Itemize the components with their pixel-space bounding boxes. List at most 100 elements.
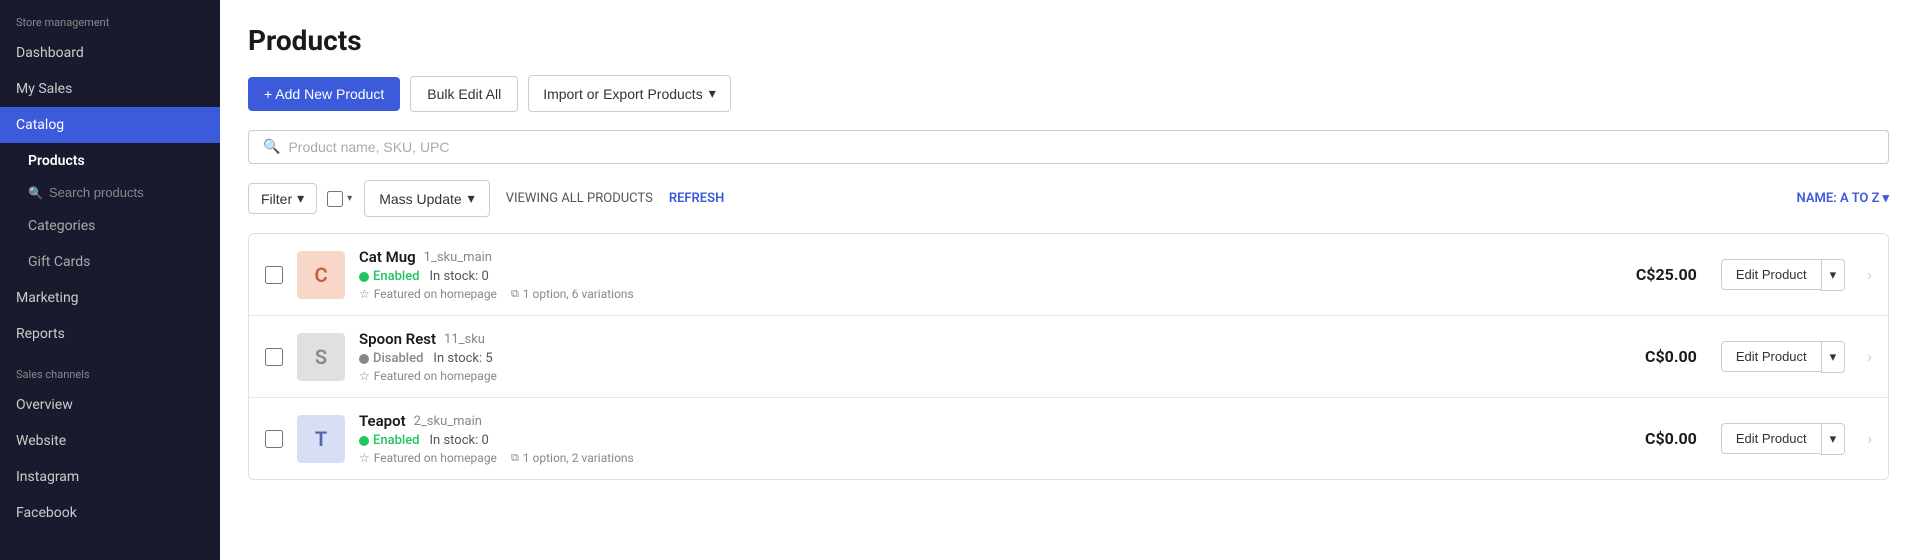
search-bar: 🔍 <box>248 130 1889 164</box>
product-name-row: Teapot 2_sku_main <box>359 412 1603 430</box>
viewing-label: VIEWING ALL PRODUCTS <box>506 191 653 206</box>
row-arrow-icon: › <box>1867 265 1872 284</box>
product-list: C Cat Mug 1_sku_main Enabled In stock: 0… <box>248 233 1889 480</box>
status-badge: Disabled <box>359 351 423 366</box>
edit-product-button[interactable]: Edit Product <box>1721 341 1821 372</box>
edit-product-dropdown-button[interactable]: ▾ <box>1821 341 1846 373</box>
product-sku: 2_sku_main <box>414 414 482 429</box>
variations-tag: ⧉ 1 option, 6 variations <box>511 287 634 301</box>
product-price: C$0.00 <box>1617 347 1697 366</box>
product-name-row: Cat Mug 1_sku_main <box>359 248 1603 266</box>
row-arrow-icon: › <box>1867 347 1872 366</box>
featured-tag: ☆ Featured on homepage <box>359 451 497 465</box>
variations-tag: ⧉ 1 option, 2 variations <box>511 451 634 465</box>
store-management-label: Store management <box>0 0 220 35</box>
product-status-row: Disabled In stock: 5 <box>359 351 1603 366</box>
status-badge: Enabled <box>359 269 420 284</box>
edit-btn-group: Edit Product ▾ <box>1721 423 1845 455</box>
product-row[interactable]: T Teapot 2_sku_main Enabled In stock: 0 … <box>249 398 1888 479</box>
sidebar-item-my-sales[interactable]: My Sales <box>0 71 220 107</box>
product-price: C$0.00 <box>1617 429 1697 448</box>
edit-product-dropdown-button[interactable]: ▾ <box>1821 423 1846 455</box>
select-all-wrap: ▾ <box>327 191 354 207</box>
status-badge: Enabled <box>359 433 420 448</box>
product-checkbox-1[interactable] <box>265 348 283 366</box>
product-row[interactable]: C Cat Mug 1_sku_main Enabled In stock: 0… <box>249 234 1888 316</box>
featured-text: Featured on homepage <box>374 451 497 465</box>
product-checkbox-2[interactable] <box>265 430 283 448</box>
product-meta-row: ☆ Featured on homepage ⧉ 1 option, 2 var… <box>359 451 1603 465</box>
product-avatar-2: T <box>297 415 345 463</box>
stock-label: In stock: 0 <box>430 269 489 284</box>
filter-label: Filter <box>261 191 292 207</box>
search-input[interactable] <box>288 139 1874 155</box>
sidebar-item-gift-cards[interactable]: Gift Cards <box>0 244 220 280</box>
product-avatar-1: S <box>297 333 345 381</box>
edit-product-dropdown-button[interactable]: ▾ <box>1821 259 1846 291</box>
filter-chevron-icon: ▾ <box>297 190 304 207</box>
variations-text: 1 option, 2 variations <box>523 451 634 465</box>
copy-icon: ⧉ <box>511 287 519 301</box>
featured-text: Featured on homepage <box>374 369 497 383</box>
edit-btn-group: Edit Product ▾ <box>1721 341 1845 373</box>
page-title: Products <box>248 24 1889 57</box>
search-products-input[interactable] <box>49 185 189 200</box>
status-dot-icon <box>359 272 369 282</box>
edit-product-button[interactable]: Edit Product <box>1721 423 1821 454</box>
sidebar-item-reports[interactable]: Reports <box>0 316 220 352</box>
select-all-checkbox[interactable] <box>327 191 343 207</box>
refresh-link[interactable]: REFRESH <box>669 191 724 206</box>
product-row[interactable]: S Spoon Rest 11_sku Disabled In stock: 5… <box>249 316 1888 398</box>
product-checkbox-0[interactable] <box>265 266 283 284</box>
edit-product-button[interactable]: Edit Product <box>1721 259 1821 290</box>
product-meta-row: ☆ Featured on homepage <box>359 369 1603 383</box>
sidebar-item-instagram[interactable]: Instagram <box>0 459 220 495</box>
sidebar-item-website[interactable]: Website <box>0 423 220 459</box>
sidebar: Store management Dashboard My Sales Cata… <box>0 0 220 560</box>
status-text: Disabled <box>373 351 423 366</box>
product-info-1: Spoon Rest 11_sku Disabled In stock: 5 ☆… <box>359 330 1603 383</box>
edit-btn-group: Edit Product ▾ <box>1721 259 1845 291</box>
main-content: Products + Add New Product Bulk Edit All… <box>220 0 1917 560</box>
product-price: C$25.00 <box>1617 265 1697 284</box>
mass-update-label: Mass Update <box>379 191 461 207</box>
star-icon: ☆ <box>359 287 370 301</box>
stock-label: In stock: 0 <box>430 433 489 448</box>
product-avatar-0: C <box>297 251 345 299</box>
sidebar-item-catalog[interactable]: Catalog <box>0 107 220 143</box>
sidebar-item-dashboard[interactable]: Dashboard <box>0 35 220 71</box>
sort-chevron-icon: ▾ <box>1882 191 1889 206</box>
product-sku: 11_sku <box>444 332 485 347</box>
sidebar-item-overview[interactable]: Overview <box>0 387 220 423</box>
product-info-0: Cat Mug 1_sku_main Enabled In stock: 0 ☆… <box>359 248 1603 301</box>
status-text: Enabled <box>373 269 420 284</box>
mass-update-button[interactable]: Mass Update ▾ <box>364 180 490 217</box>
filter-button[interactable]: Filter ▾ <box>248 183 317 214</box>
mass-update-chevron-icon: ▾ <box>468 190 475 207</box>
sales-channels-label: Sales channels <box>0 352 220 387</box>
sidebar-item-products[interactable]: Products <box>0 143 220 179</box>
product-status-row: Enabled In stock: 0 <box>359 433 1603 448</box>
status-text: Enabled <box>373 433 420 448</box>
sidebar-item-categories[interactable]: Categories <box>0 208 220 244</box>
featured-tag: ☆ Featured on homepage <box>359 369 497 383</box>
import-export-button[interactable]: Import or Export Products ▾ <box>528 75 731 112</box>
import-export-chevron-icon: ▾ <box>709 85 716 102</box>
sort-label-text: NAME: A TO Z <box>1797 191 1880 206</box>
select-all-dropdown-button[interactable]: ▾ <box>345 191 354 206</box>
product-meta-row: ☆ Featured on homepage ⧉ 1 option, 6 var… <box>359 287 1603 301</box>
product-sku: 1_sku_main <box>424 250 492 265</box>
import-export-label: Import or Export Products <box>543 86 703 102</box>
bulk-actions: ▾ Mass Update ▾ <box>327 180 490 217</box>
variations-text: 1 option, 6 variations <box>523 287 634 301</box>
product-name: Teapot <box>359 412 406 430</box>
bulk-edit-button[interactable]: Bulk Edit All <box>410 76 518 112</box>
status-dot-icon <box>359 436 369 446</box>
add-new-product-button[interactable]: + Add New Product <box>248 77 400 111</box>
featured-tag: ☆ Featured on homepage <box>359 287 497 301</box>
featured-text: Featured on homepage <box>374 287 497 301</box>
sidebar-item-marketing[interactable]: Marketing <box>0 280 220 316</box>
sort-label[interactable]: NAME: A TO Z ▾ <box>1797 191 1889 206</box>
sidebar-item-facebook[interactable]: Facebook <box>0 495 220 531</box>
filter-row: Filter ▾ ▾ Mass Update ▾ VIEWING ALL PRO… <box>248 180 1889 217</box>
